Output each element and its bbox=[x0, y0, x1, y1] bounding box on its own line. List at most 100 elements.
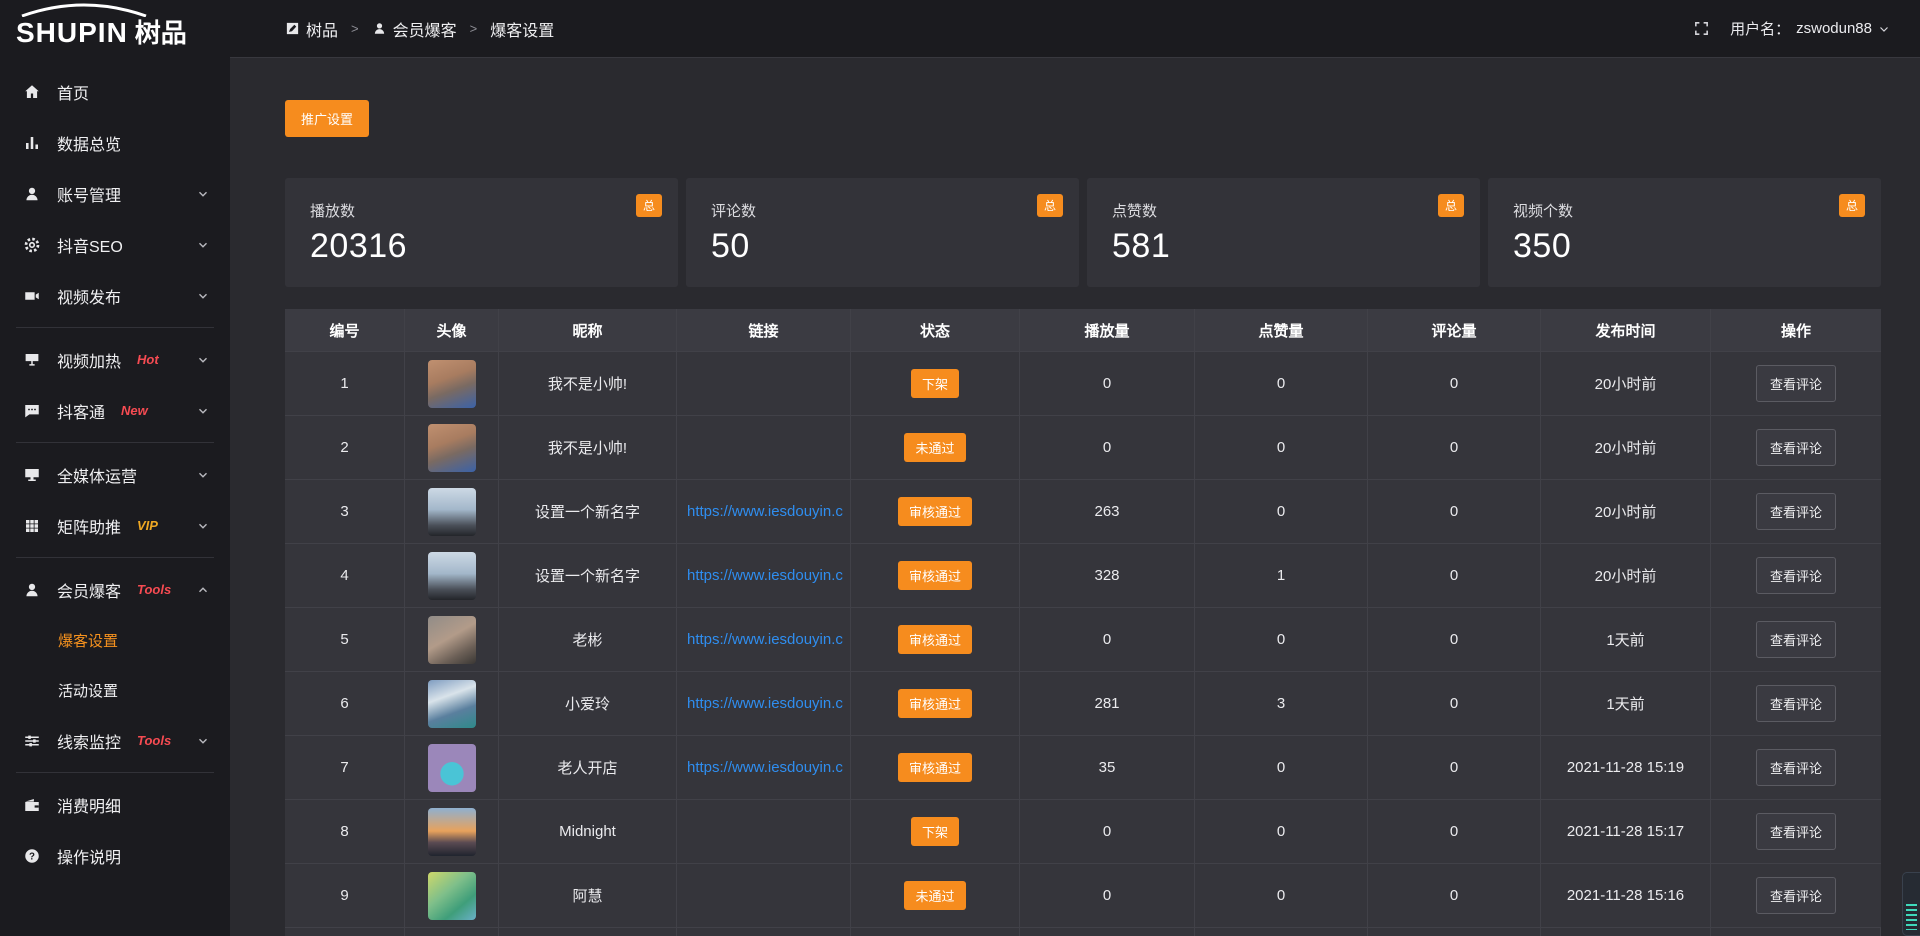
sidebar-item-instructions[interactable]: ? 操作说明 bbox=[0, 830, 230, 881]
chevron-down-icon bbox=[196, 404, 210, 418]
sidebar-item-douyin-seo[interactable]: 抖音SEO bbox=[0, 219, 230, 270]
vip-badge: VIP bbox=[137, 518, 158, 533]
comment-count bbox=[1368, 928, 1541, 936]
video-link[interactable]: https://www.iesdouyin.c bbox=[677, 480, 851, 543]
row-id: 3 bbox=[285, 480, 405, 543]
fullscreen-icon[interactable] bbox=[1693, 20, 1710, 37]
sidebar-item-label: 会员爆客 bbox=[57, 578, 121, 602]
floating-widget[interactable] bbox=[1902, 872, 1920, 936]
publish-time: 2021-11-28 15:16 bbox=[1541, 864, 1711, 927]
sidebar-item-label: 操作说明 bbox=[57, 844, 121, 868]
like-count: 3 bbox=[1195, 672, 1368, 735]
breadcrumb-item-baoke-settings[interactable]: 爆客设置 bbox=[490, 17, 554, 41]
status-badge: 审核通过 bbox=[898, 561, 972, 590]
sidebar-item-video-publish[interactable]: 视频发布 bbox=[0, 270, 230, 321]
sidebar-item-all-media[interactable]: 全媒体运营 bbox=[0, 449, 230, 500]
video-link[interactable]: https://www.iesdouyin.c bbox=[677, 608, 851, 671]
col-header-time: 发布时间 bbox=[1541, 309, 1711, 351]
status-cell: 未通过 bbox=[851, 416, 1020, 479]
sidebar-item-video-heating[interactable]: 视频加热 Hot bbox=[0, 334, 230, 385]
sidebar-subitem-baoke-settings[interactable]: 爆客设置 bbox=[0, 615, 230, 665]
publish-time: 1天前 bbox=[1541, 608, 1711, 671]
like-count: 0 bbox=[1195, 864, 1368, 927]
view-comments-button[interactable]: 查看评论 bbox=[1756, 557, 1836, 594]
view-comments-button[interactable]: 查看评论 bbox=[1756, 749, 1836, 786]
sidebar: SHUPIN 树品 首页 数据总览 账号管理 bbox=[0, 0, 230, 936]
stat-value: 581 bbox=[1112, 227, 1455, 266]
promotion-settings-button[interactable]: 推广设置 bbox=[285, 100, 369, 137]
view-comments-button[interactable]: 查看评论 bbox=[1756, 813, 1836, 850]
sidebar-item-label: 全媒体运营 bbox=[57, 463, 137, 487]
status-cell: 下架 bbox=[851, 800, 1020, 863]
play-count: 328 bbox=[1020, 544, 1195, 607]
sidebar-item-douketong[interactable]: 抖客通 New bbox=[0, 385, 230, 436]
publish-time: 20小时前 bbox=[1541, 352, 1711, 415]
table-row: 3 设置一个新名字 https://www.iesdouyin.c 审核通过 2… bbox=[285, 479, 1881, 543]
avatar bbox=[428, 424, 476, 472]
view-comments-button[interactable]: 查看评论 bbox=[1756, 685, 1836, 722]
member-icon bbox=[22, 580, 42, 600]
sidebar-subitem-activity-settings[interactable]: 活动设置 bbox=[0, 665, 230, 715]
comment-count: 0 bbox=[1368, 352, 1541, 415]
breadcrumb-item-member-baoke[interactable]: 会员爆客 bbox=[372, 17, 457, 41]
view-comments-button[interactable]: 查看评论 bbox=[1756, 365, 1836, 402]
avatar bbox=[428, 488, 476, 536]
breadcrumb-item-home[interactable]: 树品 bbox=[285, 17, 338, 41]
col-header-avatar: 头像 bbox=[405, 309, 499, 351]
stat-label: 点赞数 bbox=[1112, 200, 1455, 221]
view-comments-button[interactable]: 查看评论 bbox=[1756, 621, 1836, 658]
avatar bbox=[428, 360, 476, 408]
play-count: 0 bbox=[1020, 800, 1195, 863]
publish-time: 20小时前 bbox=[1541, 416, 1711, 479]
video-link[interactable]: https://www.iesdouyin.c bbox=[677, 672, 851, 735]
row-id: 9 bbox=[285, 864, 405, 927]
chevron-down-icon bbox=[196, 187, 210, 201]
screen-icon bbox=[22, 350, 42, 370]
like-count: 0 bbox=[1195, 800, 1368, 863]
row-id bbox=[285, 928, 405, 936]
total-badge: 总 bbox=[1839, 194, 1865, 217]
wallet-icon bbox=[22, 795, 42, 815]
sidebar-item-lead-monitoring[interactable]: 线索监控 Tools bbox=[0, 715, 230, 766]
main-content: 推广设置 播放数 20316 总 评论数 50 总 点赞数 581 总 视频个数… bbox=[230, 58, 1920, 936]
view-comments-button[interactable]: 查看评论 bbox=[1756, 429, 1836, 466]
table-row-partial bbox=[285, 927, 1881, 936]
sidebar-item-matrix-boost[interactable]: 矩阵助推 VIP bbox=[0, 500, 230, 551]
avatar-cell bbox=[405, 416, 499, 479]
status-cell: 审核通过 bbox=[851, 672, 1020, 735]
table-row: 4 设置一个新名字 https://www.iesdouyin.c 审核通过 3… bbox=[285, 543, 1881, 607]
action-cell: 查看评论 bbox=[1711, 736, 1881, 799]
like-count: 0 bbox=[1195, 480, 1368, 543]
video-link[interactable]: https://www.iesdouyin.c bbox=[677, 736, 851, 799]
video-link[interactable]: https://www.iesdouyin.c bbox=[677, 544, 851, 607]
action-cell: 查看评论 bbox=[1711, 480, 1881, 543]
row-id: 1 bbox=[285, 352, 405, 415]
view-comments-button[interactable]: 查看评论 bbox=[1756, 493, 1836, 530]
play-count: 0 bbox=[1020, 416, 1195, 479]
video-link[interactable] bbox=[677, 864, 851, 927]
status-badge: 审核通过 bbox=[898, 497, 972, 526]
action-cell: 查看评论 bbox=[1711, 864, 1881, 927]
video-link[interactable] bbox=[677, 416, 851, 479]
video-link[interactable] bbox=[677, 352, 851, 415]
status-cell: 未通过 bbox=[851, 864, 1020, 927]
like-count: 0 bbox=[1195, 608, 1368, 671]
status-cell: 审核通过 bbox=[851, 608, 1020, 671]
user-menu[interactable]: 用户名： zswodun88 bbox=[1730, 18, 1890, 39]
brand-name-cn: 树品 bbox=[135, 13, 187, 50]
video-link[interactable] bbox=[677, 800, 851, 863]
sidebar-item-label: 视频加热 bbox=[57, 348, 121, 372]
avatar-cell bbox=[405, 864, 499, 927]
sidebar-item-data-overview[interactable]: 数据总览 bbox=[0, 117, 230, 168]
nickname: Midnight bbox=[499, 800, 677, 863]
sidebar-item-home[interactable]: 首页 bbox=[0, 66, 230, 117]
sidebar-item-account-management[interactable]: 账号管理 bbox=[0, 168, 230, 219]
stat-label: 评论数 bbox=[711, 200, 1054, 221]
table-row: 7 老人开店 https://www.iesdouyin.c 审核通过 35 0… bbox=[285, 735, 1881, 799]
status-badge: 未通过 bbox=[904, 433, 965, 462]
avatar bbox=[428, 744, 476, 792]
sidebar-item-member-baoke[interactable]: 会员爆客 Tools bbox=[0, 564, 230, 615]
sidebar-item-label: 视频发布 bbox=[57, 284, 121, 308]
sidebar-item-consumption-details[interactable]: 消费明细 bbox=[0, 779, 230, 830]
view-comments-button[interactable]: 查看评论 bbox=[1756, 877, 1836, 914]
